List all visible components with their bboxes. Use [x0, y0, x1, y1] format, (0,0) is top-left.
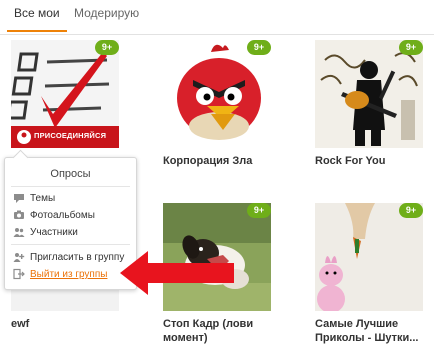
people-icon [13, 228, 25, 238]
angry-bird-image [163, 40, 271, 148]
camera-icon [14, 210, 24, 220]
group-thumbnail[interactable] [315, 40, 423, 148]
menu-item-label: Участники [30, 227, 78, 238]
menu-caret [12, 149, 29, 166]
menu-item-label: Пригласить в группу [30, 252, 125, 263]
menu-item-label: Темы [30, 193, 56, 204]
group-title[interactable]: Корпорация Зла [163, 154, 293, 168]
group-thumbnail[interactable] [315, 203, 423, 311]
notification-badge: 9+ [399, 203, 423, 218]
bunny-carrot-image [315, 203, 423, 311]
tab-all-mine[interactable]: Все мои [7, 6, 67, 32]
menu-divider [11, 186, 130, 187]
menu-item-photo-albums[interactable]: Фотоальбомы [13, 208, 95, 223]
leave-group-link: Выйти из группы [30, 269, 108, 280]
menu-item-label: Фотоальбомы [30, 210, 95, 221]
tab-moderating[interactable]: Модерирую [73, 6, 140, 20]
group-title[interactable]: Rock For You [315, 154, 434, 168]
group-thumbnail[interactable] [163, 40, 271, 148]
notification-badge: 9+ [95, 40, 119, 55]
logo-text: ПРИСОЕДИНЯЙСЯ [34, 131, 107, 140]
notification-badge: 9+ [247, 40, 271, 55]
notification-badge: 9+ [247, 203, 271, 218]
red-arrow-annotation [120, 251, 234, 295]
menu-item-invite[interactable]: Пригласить в группу [13, 250, 124, 265]
group-thumbnail[interactable]: ПРИСОЕДИНЯЙСЯ [11, 40, 119, 148]
menu-item-topics[interactable]: Темы [13, 191, 55, 206]
tabs-bar: Все мои Модерирую [0, 0, 434, 35]
menu-divider [11, 244, 130, 245]
menu-item-leave-group[interactable]: Выйти из группы [13, 267, 107, 282]
notification-badge: 9+ [399, 40, 423, 55]
invite-icon [13, 253, 25, 263]
group-title[interactable]: Стоп Кадр (лови момент) [163, 317, 293, 345]
chat-icon [14, 194, 24, 204]
guitarist-image [315, 40, 423, 148]
group-title[interactable]: Самые Лучшие Приколы - Шутки... [315, 317, 434, 345]
menu-item-members[interactable]: Участники [13, 225, 78, 240]
exit-icon [13, 269, 25, 280]
menu-item-polls[interactable]: Опросы [5, 168, 136, 180]
group-title[interactable]: ewf [11, 317, 141, 331]
